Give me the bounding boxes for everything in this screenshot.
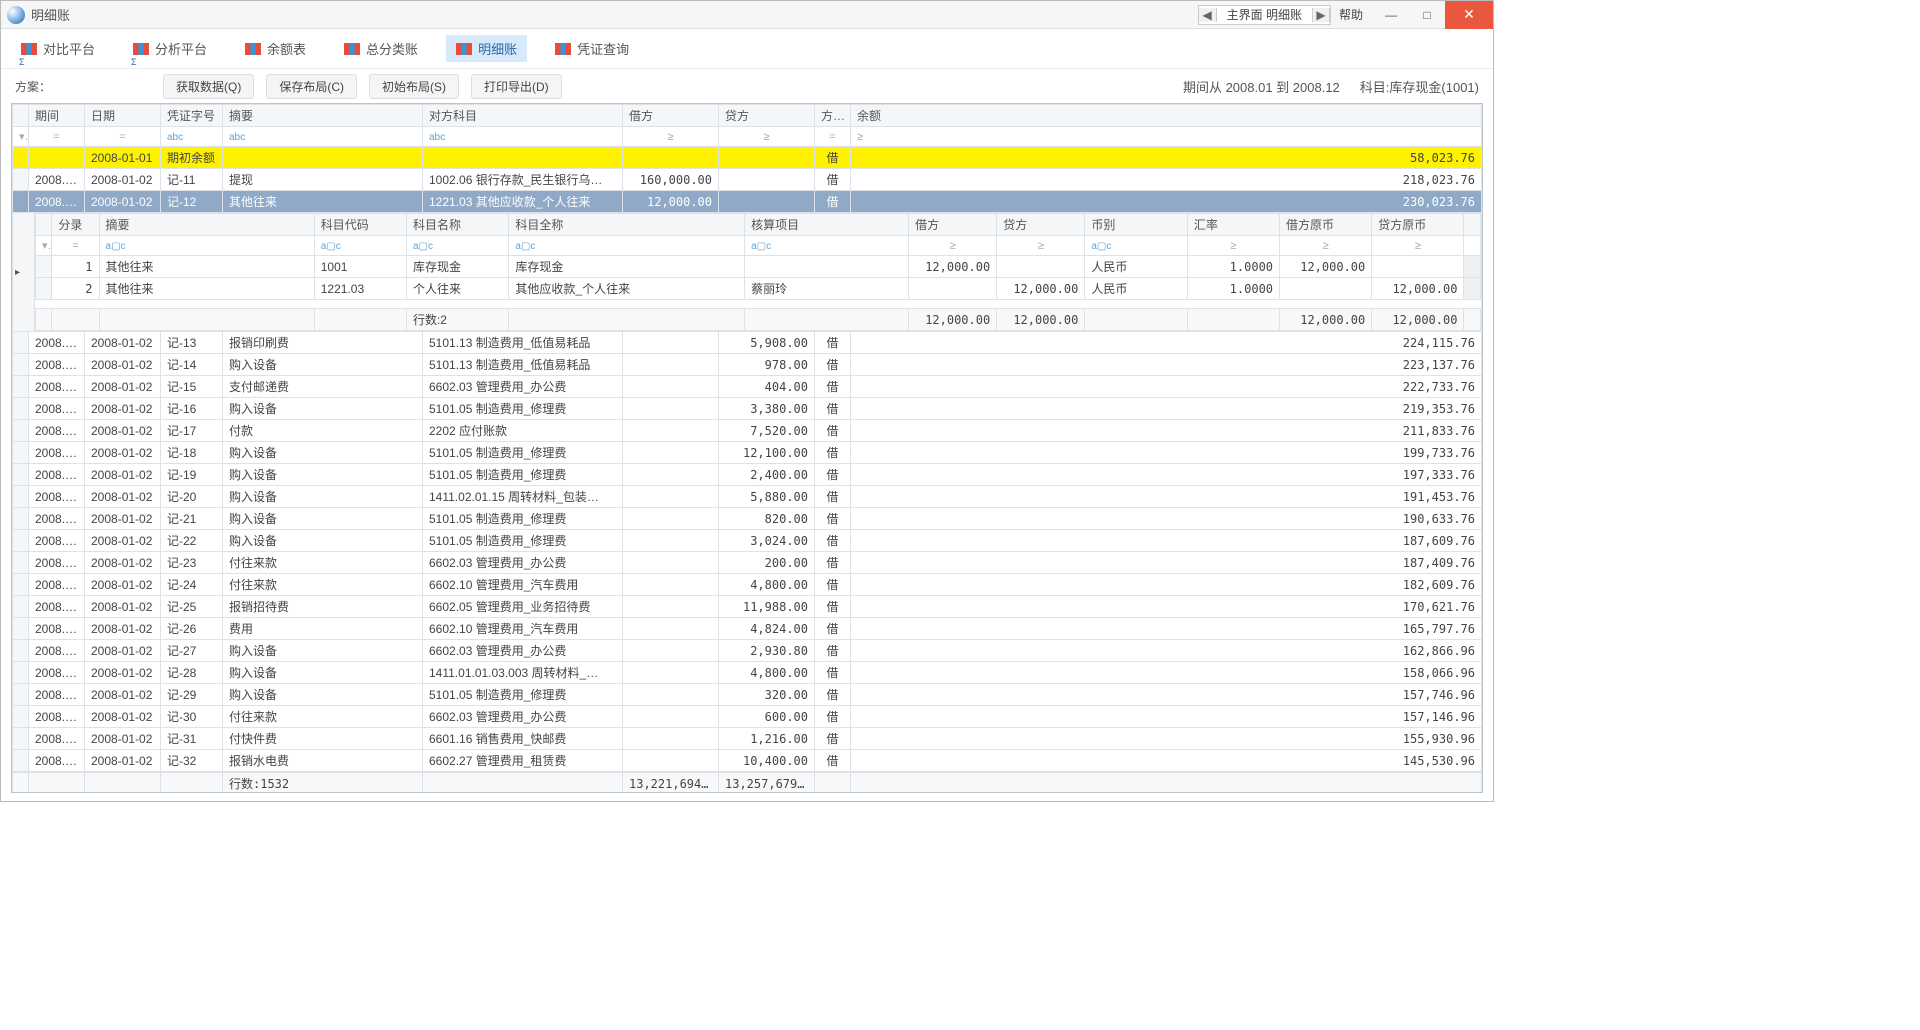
footer-row: 行数:1532 13,221,694.00 13,257,679.76 xyxy=(13,773,1482,794)
app-window: 明细账 ◀ 主界面 明细账 ▶ 帮助 — □ ✕ 对比平台 分析平台 余额表 总… xyxy=(0,0,1494,802)
analysis-icon xyxy=(133,43,149,55)
tab-label: 余额表 xyxy=(267,39,306,58)
table-row[interactable]: 2008.012008-01-02记-22购入设备5101.05 制造费用_修理… xyxy=(13,530,1482,552)
tab-detail-ledger[interactable]: 明细账 xyxy=(446,35,527,62)
subject-text: 科目:库存现金(1001) xyxy=(1360,77,1479,96)
col-voucher[interactable]: 凭证字号 xyxy=(161,105,223,127)
table-row[interactable]: 2008.012008-01-02记-12其他往来1221.03 其他应收款_个… xyxy=(13,191,1482,213)
grid-wrap: 期间 日期 凭证字号 摘要 对方科目 借方 贷方 方向 余额 ▾ = = xyxy=(1,103,1493,801)
action-bar: 方案： 获取数据(Q) 保存布局(C) 初始布局(S) 打印导出(D) 期间从 … xyxy=(1,69,1493,103)
tab-general-ledger[interactable]: 总分类账 xyxy=(334,35,428,62)
col-balance[interactable]: 余额 xyxy=(851,105,1482,127)
fetch-data-button[interactable]: 获取数据(Q) xyxy=(163,74,254,99)
app-logo-icon xyxy=(7,6,25,24)
tab-voucher-query[interactable]: 凭证查询 xyxy=(545,35,639,62)
subgrid-expand-handle[interactable] xyxy=(13,213,35,331)
table-row[interactable]: 2008.012008-01-02记-21购入设备5101.05 制造费用_修理… xyxy=(13,508,1482,530)
tab-label: 对比平台 xyxy=(43,39,95,58)
table-row[interactable]: 2008.012008-01-02记-20购入设备1411.02.01.15 周… xyxy=(13,486,1482,508)
col-summary[interactable]: 摘要 xyxy=(223,105,423,127)
table-row[interactable]: 2008.012008-01-02记-23付往来款6602.03 管理费用_办公… xyxy=(13,552,1482,574)
table-row[interactable]: 2008.012008-01-02记-16购入设备5101.05 制造费用_修理… xyxy=(13,398,1482,420)
compare-icon xyxy=(21,43,37,55)
table-row[interactable]: 2008.012008-01-02记-27购入设备6602.03 管理费用_办公… xyxy=(13,640,1482,662)
save-layout-button[interactable]: 保存布局(C) xyxy=(266,74,357,99)
col-counter[interactable]: 对方科目 xyxy=(423,105,623,127)
table-row[interactable]: 2008.012008-01-02记-19购入设备5101.05 制造费用_修理… xyxy=(13,464,1482,486)
nav-path[interactable]: 主界面 明细账 xyxy=(1217,6,1312,23)
tab-label: 分析平台 xyxy=(155,39,207,58)
sub-rowcount: 行数:2 xyxy=(406,309,508,331)
table-row[interactable]: 2008.012008-01-02记-14购入设备5101.13 制造费用_低值… xyxy=(13,354,1482,376)
nav-prev-button[interactable]: ◀ xyxy=(1199,8,1217,22)
table-row[interactable]: 2008.012008-01-02记-25报销招待费6602.05 管理费用_业… xyxy=(13,596,1482,618)
toolbar: 对比平台 分析平台 余额表 总分类账 明细账 凭证查询 xyxy=(1,29,1493,69)
table-row[interactable]: 2008.012008-01-02记-13报销印刷费5101.13 制造费用_低… xyxy=(13,332,1482,354)
table-row[interactable]: 2008.012008-01-02记-29购入设备5101.05 制造费用_修理… xyxy=(13,684,1482,706)
col-period[interactable]: 期间 xyxy=(29,105,85,127)
col-dir[interactable]: 方向 xyxy=(815,105,851,127)
opening-balance-row[interactable]: 2008-01-01期初余额借58,023.76 xyxy=(13,147,1482,169)
tab-label: 凭证查询 xyxy=(577,39,629,58)
sub-filter-row[interactable]: ▾=a▢ca▢ca▢ca▢ca▢c≥≥a▢c≥≥≥ xyxy=(36,236,1481,256)
print-export-button[interactable]: 打印导出(D) xyxy=(471,74,562,99)
table-row[interactable]: 2008.012008-01-02记-31付快件费6601.16 销售费用_快邮… xyxy=(13,728,1482,750)
table-row[interactable]: 2008.012008-01-02记-17付款2202 应付账款7,520.00… xyxy=(13,420,1482,442)
breadcrumb-nav: ◀ 主界面 明细账 ▶ xyxy=(1198,5,1331,25)
col-debit[interactable]: 借方 xyxy=(623,105,719,127)
tab-compare-platform[interactable]: 对比平台 xyxy=(11,35,105,62)
sub-row[interactable]: 2其他往来1221.03个人往来其他应收款_个人往来蔡丽玲12,000.00人民… xyxy=(36,278,1481,300)
main-filter-row[interactable]: ▾ = = abc abc abc ≥ ≥ = ≥ xyxy=(13,127,1482,147)
tab-analysis-platform[interactable]: 分析平台 xyxy=(123,35,217,62)
init-layout-button[interactable]: 初始布局(S) xyxy=(369,74,459,99)
sub-header-row[interactable]: 分录摘要科目代码科目名称科目全称核算项目借方贷方币别汇率借方原币贷方原币 xyxy=(36,214,1481,236)
maximize-button[interactable]: □ xyxy=(1409,1,1445,29)
detail-icon xyxy=(456,43,472,55)
footer-table: 行数:1532 13,221,694.00 13,257,679.76 xyxy=(12,772,1482,793)
main-header-row[interactable]: 期间 日期 凭证字号 摘要 对方科目 借方 贷方 方向 余额 xyxy=(13,105,1482,127)
ledger-icon xyxy=(344,43,360,55)
footer-rowcount: 行数:1532 xyxy=(223,773,423,794)
main-table[interactable]: 期间 日期 凭证字号 摘要 对方科目 借方 贷方 方向 余额 ▾ = = xyxy=(12,104,1482,772)
sub-totals-row: 行数:2 12,000.0012,000.00 12,000.0012,000.… xyxy=(36,309,1481,331)
table-row[interactable]: 2008.012008-01-02记-24付往来款6602.10 管理费用_汽车… xyxy=(13,574,1482,596)
table-row[interactable]: 2008.012008-01-02记-15支付邮递费6602.03 管理费用_办… xyxy=(13,376,1482,398)
table-row[interactable]: 2008.012008-01-02记-26费用6602.10 管理费用_汽车费用… xyxy=(13,618,1482,640)
balance-icon xyxy=(245,43,261,55)
close-button[interactable]: ✕ xyxy=(1445,1,1493,29)
window-title: 明细账 xyxy=(31,5,70,24)
col-credit[interactable]: 贷方 xyxy=(719,105,815,127)
help-link[interactable]: 帮助 xyxy=(1339,6,1363,23)
period-range-text: 期间从 2008.01 到 2008.12 xyxy=(1183,77,1340,96)
nav-next-button[interactable]: ▶ xyxy=(1312,8,1330,22)
tab-label: 总分类账 xyxy=(366,39,418,58)
sub-row[interactable]: 1其他往来1001库存现金库存现金12,000.00人民币1.000012,00… xyxy=(36,256,1481,278)
tab-label: 明细账 xyxy=(478,39,517,58)
table-row[interactable]: 2008.012008-01-02记-30付往来款6602.03 管理费用_办公… xyxy=(13,706,1482,728)
minimize-button[interactable]: — xyxy=(1373,1,1409,29)
table-row[interactable]: 2008.012008-01-02记-18购入设备5101.05 制造费用_修理… xyxy=(13,442,1482,464)
scheme-label: 方案： xyxy=(15,78,51,95)
voucher-icon xyxy=(555,43,571,55)
tab-balance[interactable]: 余额表 xyxy=(235,35,316,62)
table-row[interactable]: 2008.012008-01-02记-32报销水电费6602.27 管理费用_租… xyxy=(13,750,1482,772)
footer-debit: 13,221,694.00 xyxy=(623,773,719,794)
footer-credit: 13,257,679.76 xyxy=(719,773,815,794)
table-row[interactable]: 2008.012008-01-02记-11提现1002.06 银行存款_民生银行… xyxy=(13,169,1482,191)
title-bar: 明细账 ◀ 主界面 明细账 ▶ 帮助 — □ ✕ xyxy=(1,1,1493,29)
sub-grid[interactable]: 分录摘要科目代码科目名称科目全称核算项目借方贷方币别汇率借方原币贷方原币 ▾=a… xyxy=(35,213,1481,331)
main-grid[interactable]: 期间 日期 凭证字号 摘要 对方科目 借方 贷方 方向 余额 ▾ = = xyxy=(11,103,1483,793)
table-row[interactable]: 2008.012008-01-02记-28购入设备1411.01.01.03.0… xyxy=(13,662,1482,684)
col-date[interactable]: 日期 xyxy=(85,105,161,127)
